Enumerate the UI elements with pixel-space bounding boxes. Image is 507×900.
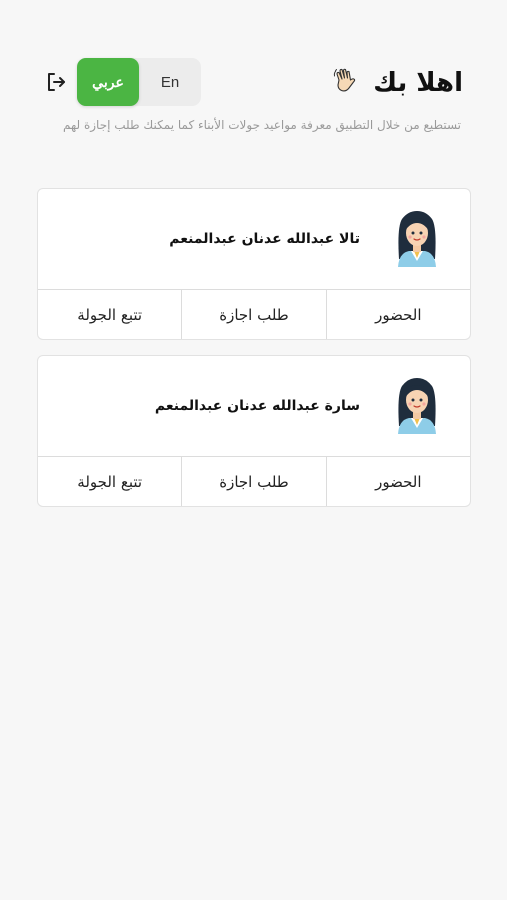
attendance-button[interactable]: الحضور — [327, 457, 470, 506]
student-avatar-icon — [394, 376, 440, 434]
child-name: تالا عبدالله عدنان عبدالمنعم — [169, 231, 360, 247]
app-header: عربي En اهلا بك تستطيع من خلال التطبيق م… — [0, 0, 507, 132]
greeting-title: اهلا بك — [373, 68, 463, 98]
lang-arabic-option[interactable]: عربي — [77, 58, 139, 106]
attendance-button[interactable]: الحضور — [327, 290, 470, 339]
track-trip-button[interactable]: تتبع الجولة — [38, 457, 183, 506]
student-avatar-icon — [394, 209, 440, 267]
greeting-subtitle: تستطيع من خلال التطبيق معرفة مواعيد جولا… — [62, 118, 461, 132]
child-name: سارة عبدالله عدنان عبدالمنعم — [154, 398, 360, 414]
child-card-header[interactable]: سارة عبدالله عدنان عبدالمنعم — [38, 356, 470, 457]
leave-request-button[interactable]: طلب اجازة — [182, 457, 327, 506]
leave-request-button[interactable]: طلب اجازة — [182, 290, 327, 339]
child-card: تالا عبدالله عدنان عبدالمنعم تتبع الجولة… — [37, 188, 471, 340]
lang-english-option[interactable]: En — [139, 58, 201, 106]
child-card-header[interactable]: تالا عبدالله عدنان عبدالمنعم — [38, 189, 470, 290]
waving-hand-icon — [333, 68, 357, 94]
logout-icon[interactable] — [44, 70, 68, 94]
child-card: سارة عبدالله عدنان عبدالمنعم تتبع الجولة… — [37, 355, 471, 507]
child-actions: تتبع الجولة طلب اجازة الحضور — [38, 457, 470, 506]
language-toggle[interactable]: عربي En — [77, 58, 201, 106]
track-trip-button[interactable]: تتبع الجولة — [38, 290, 183, 339]
child-actions: تتبع الجولة طلب اجازة الحضور — [38, 290, 470, 339]
